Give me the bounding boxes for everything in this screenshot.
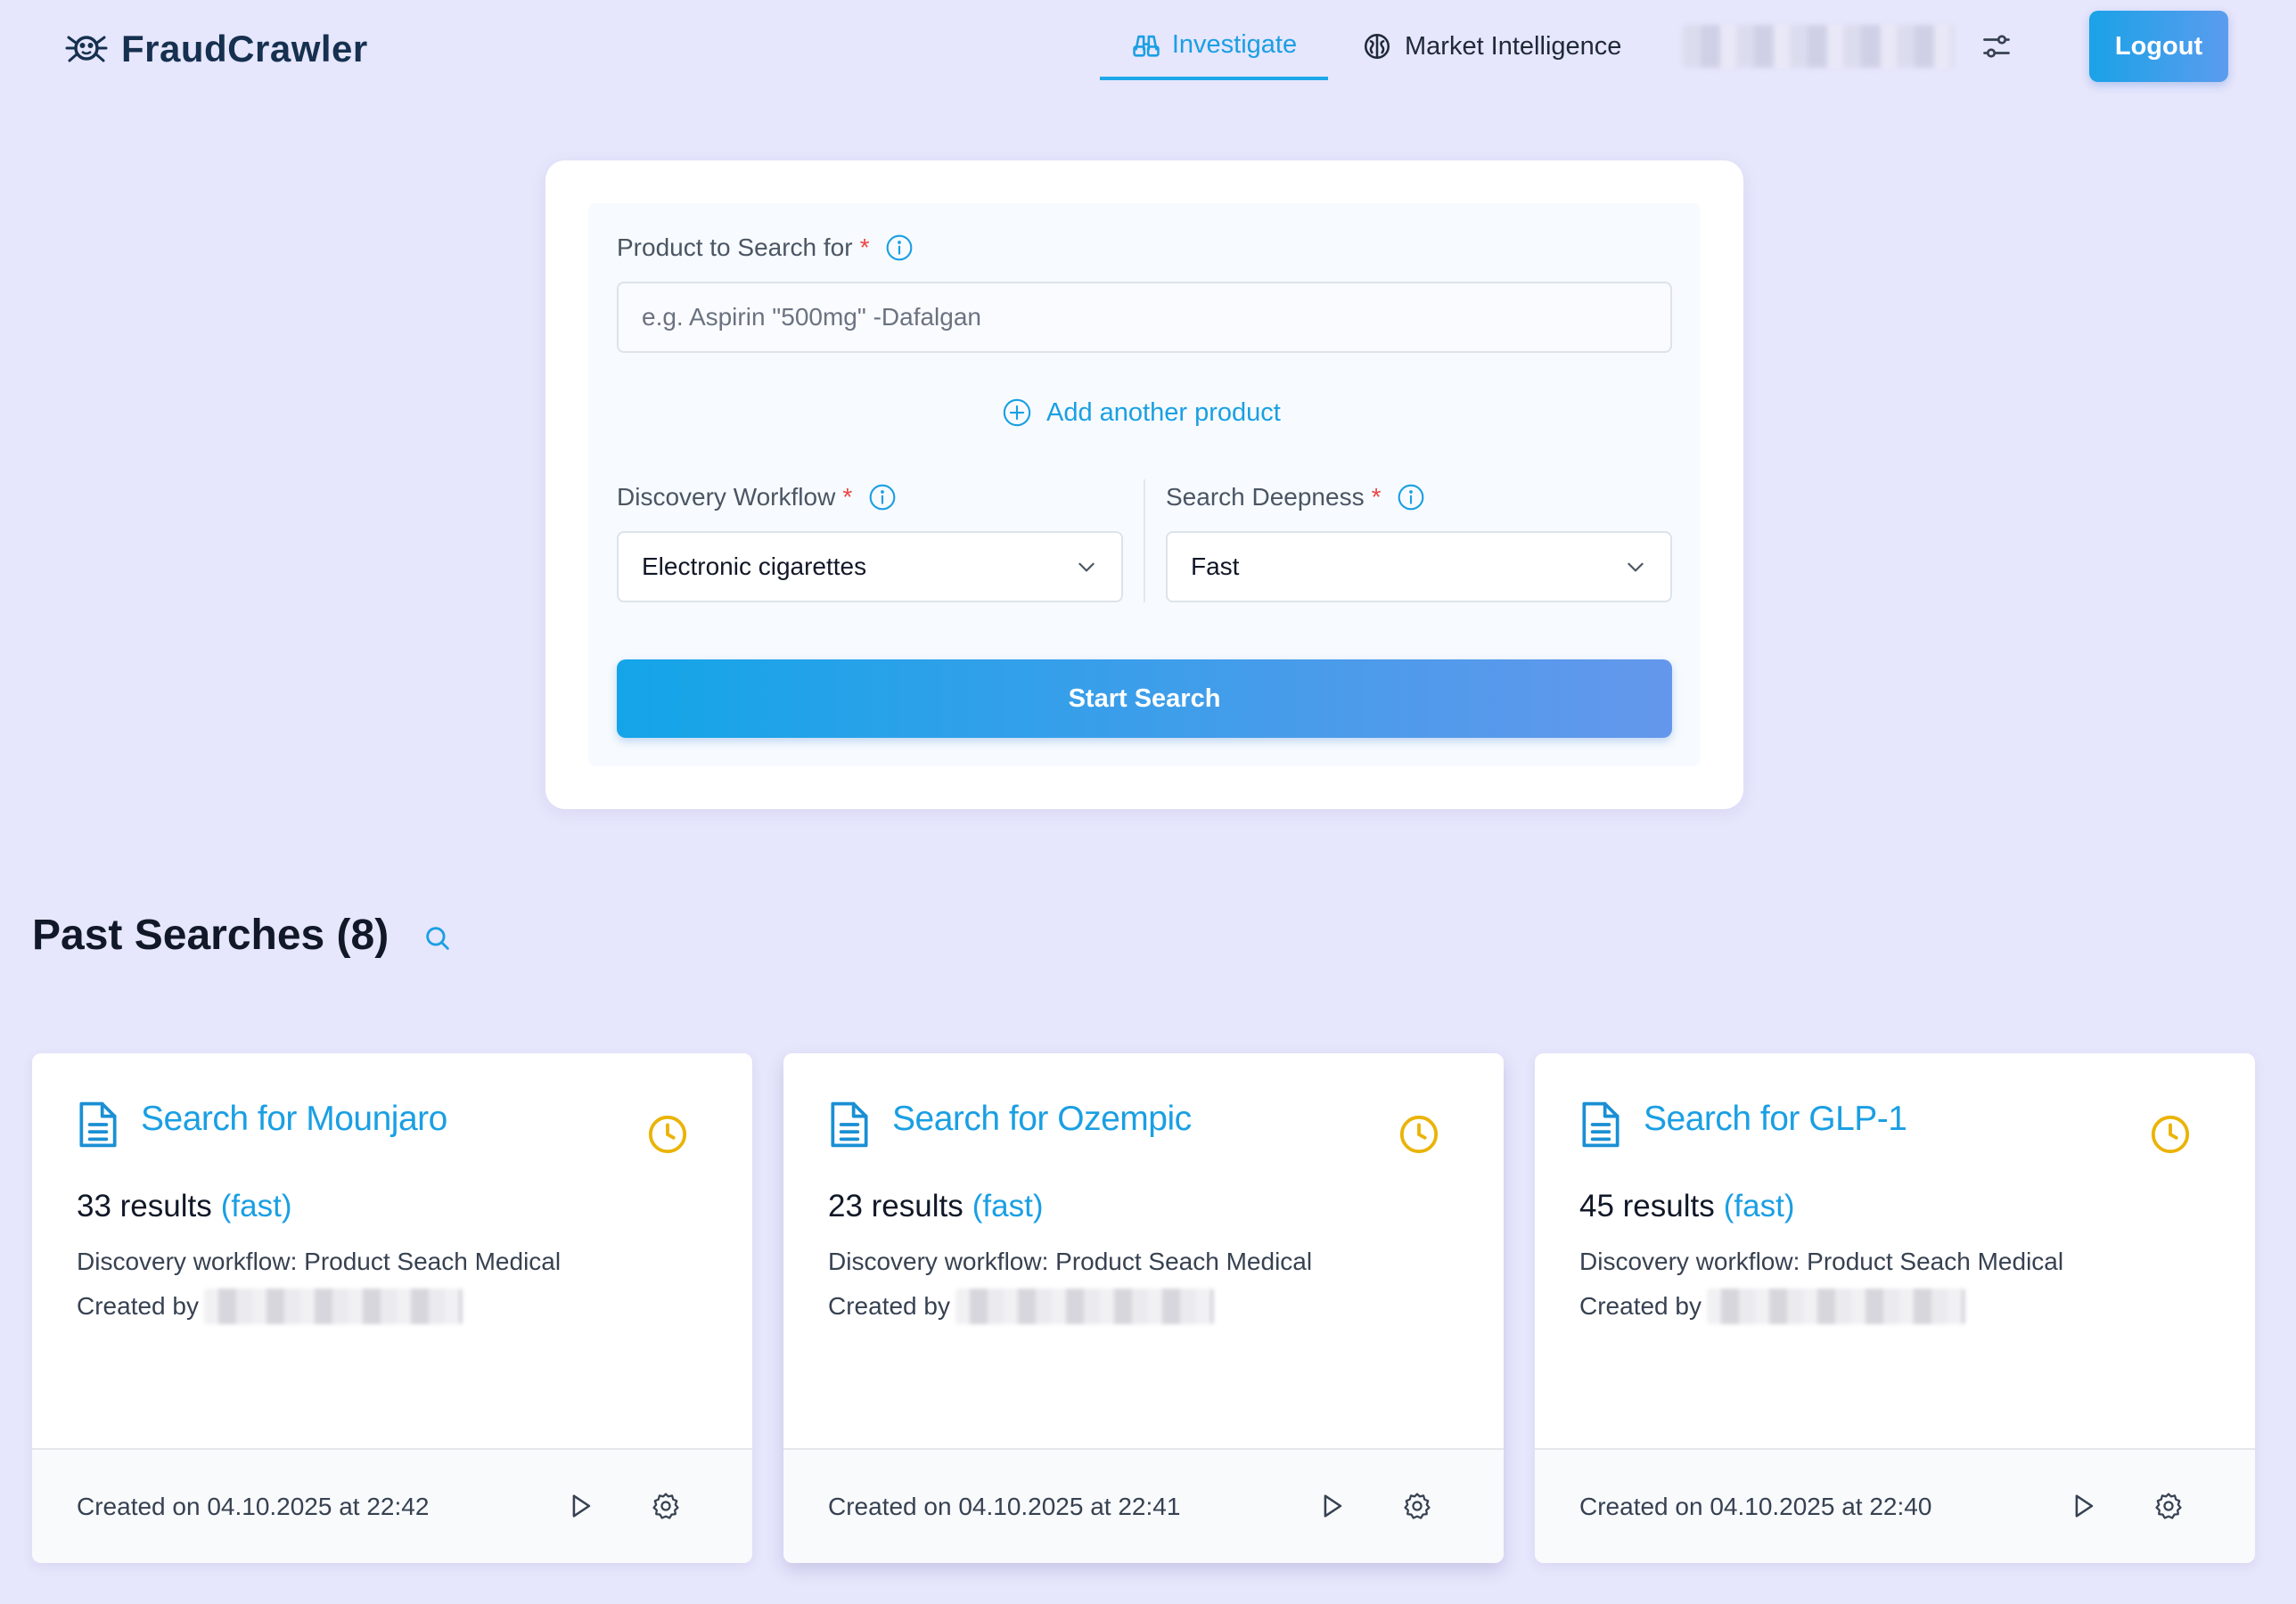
chevron-down-icon — [1628, 562, 1644, 572]
document-icon — [79, 1101, 117, 1148]
created-by: Created by — [1579, 1289, 1965, 1324]
deepness-label-text: Search Deepness — [1166, 483, 1365, 511]
info-icon[interactable] — [1397, 483, 1425, 511]
results-count-text: 33 results — [77, 1189, 212, 1223]
info-icon[interactable] — [885, 233, 914, 262]
creator-redacted — [1706, 1289, 1965, 1324]
created-by-label: Created by — [1579, 1292, 1702, 1320]
play-icon[interactable] — [1316, 1491, 1347, 1521]
past-searches-title: Past Searches (8) — [32, 912, 390, 959]
deepness-tag: (fast) — [1723, 1189, 1795, 1223]
tab-investigate[interactable]: Investigate — [1100, 19, 1328, 80]
deepness-field-label: Search Deepness * — [1166, 483, 1425, 511]
created-by: Created by — [77, 1289, 463, 1324]
play-icon[interactable] — [2068, 1491, 2098, 1521]
workflow-info: Discovery workflow: Product Seach Medica… — [828, 1248, 1313, 1275]
required-mark: * — [1371, 483, 1382, 511]
past-search-card[interactable]: Search for Ozempic 23 results (fast) Disc… — [783, 1053, 1504, 1563]
clock-icon — [648, 1115, 687, 1154]
tab-investigate-label: Investigate — [1171, 30, 1298, 59]
plus-circle-icon — [1003, 398, 1031, 427]
past-search-card[interactable]: Search for Mounjaro 33 results (fast) Dis… — [32, 1053, 752, 1563]
gear-icon[interactable] — [651, 1491, 681, 1521]
clock-icon — [2151, 1115, 2190, 1154]
product-search-input[interactable] — [617, 282, 1672, 353]
results-count-text: 45 results — [1579, 1189, 1715, 1223]
gear-icon[interactable] — [1402, 1491, 1432, 1521]
creator-redacted — [203, 1289, 463, 1324]
created-by: Created by — [828, 1289, 1214, 1324]
search-icon[interactable] — [422, 923, 453, 953]
created-by-label: Created by — [828, 1292, 950, 1320]
results-count: 45 results (fast) — [1579, 1189, 1794, 1224]
filter-settings-icon[interactable] — [1980, 30, 2013, 62]
discovery-workflow-select[interactable]: Electronic cigarettes — [617, 531, 1123, 602]
product-label-text: Product to Search for — [617, 233, 853, 261]
card-footer: Created on 04.10.2025 at 22:41 — [783, 1448, 1504, 1563]
created-on-date: Created on 04.10.2025 at 22:40 — [1579, 1493, 1932, 1520]
user-account-redacted — [1683, 25, 1954, 68]
results-count: 33 results (fast) — [77, 1189, 291, 1224]
chevron-down-icon — [1078, 562, 1095, 572]
field-divider — [1144, 479, 1145, 602]
gear-icon[interactable] — [2153, 1491, 2184, 1521]
card-footer: Created on 04.10.2025 at 22:40 — [1535, 1448, 2255, 1563]
deepness-tag: (fast) — [220, 1189, 292, 1223]
brain-icon — [1364, 33, 1390, 60]
deepness-selected-value: Fast — [1191, 552, 1240, 580]
workflow-selected-value: Electronic cigarettes — [642, 552, 867, 580]
product-field-label: Product to Search for * — [617, 233, 914, 262]
created-by-label: Created by — [77, 1292, 199, 1320]
results-count-text: 23 results — [828, 1189, 964, 1223]
workflow-info: Discovery workflow: Product Seach Medica… — [1579, 1248, 2064, 1275]
created-on-date: Created on 04.10.2025 at 22:41 — [828, 1493, 1181, 1520]
search-title-link[interactable]: Search for Ozempic — [892, 1100, 1192, 1139]
results-count: 23 results (fast) — [828, 1189, 1043, 1224]
clock-icon — [1399, 1115, 1439, 1154]
add-product-label: Add another product — [1046, 397, 1281, 427]
start-search-button[interactable]: Start Search — [617, 659, 1672, 738]
logout-button[interactable]: Logout — [2089, 11, 2228, 82]
past-search-card[interactable]: Search for GLP-1 45 results (fast) Discov… — [1535, 1053, 2255, 1563]
card-footer: Created on 04.10.2025 at 22:42 — [32, 1448, 752, 1563]
created-on-date: Created on 04.10.2025 at 22:42 — [77, 1493, 430, 1520]
deepness-tag: (fast) — [972, 1189, 1044, 1223]
binoculars-icon — [1133, 35, 1160, 57]
tab-market-label: Market Intelligence — [1405, 31, 1622, 61]
document-icon — [831, 1101, 868, 1148]
spider-logo-icon — [65, 36, 108, 62]
tab-market-intelligence[interactable]: Market Intelligence — [1362, 20, 1621, 73]
search-title-link[interactable]: Search for GLP-1 — [1644, 1100, 1907, 1139]
brand-name: FraudCrawler — [121, 28, 368, 70]
add-another-product-button[interactable]: Add another product — [1002, 397, 1281, 428]
search-deepness-select[interactable]: Fast — [1166, 531, 1672, 602]
play-icon[interactable] — [565, 1491, 595, 1521]
workflow-field-label: Discovery Workflow * — [617, 483, 897, 511]
workflow-info: Discovery workflow: Product Seach Medica… — [77, 1248, 562, 1275]
brand[interactable]: FraudCrawler — [64, 27, 368, 71]
info-icon[interactable] — [868, 483, 897, 511]
top-navigation: FraudCrawler Investigate Market Intellig… — [0, 0, 2296, 94]
required-mark: * — [842, 483, 853, 511]
document-icon — [1582, 1101, 1620, 1148]
creator-redacted — [955, 1289, 1214, 1324]
required-mark: * — [859, 233, 870, 261]
workflow-label-text: Discovery Workflow — [617, 483, 836, 511]
search-title-link[interactable]: Search for Mounjaro — [141, 1100, 447, 1139]
